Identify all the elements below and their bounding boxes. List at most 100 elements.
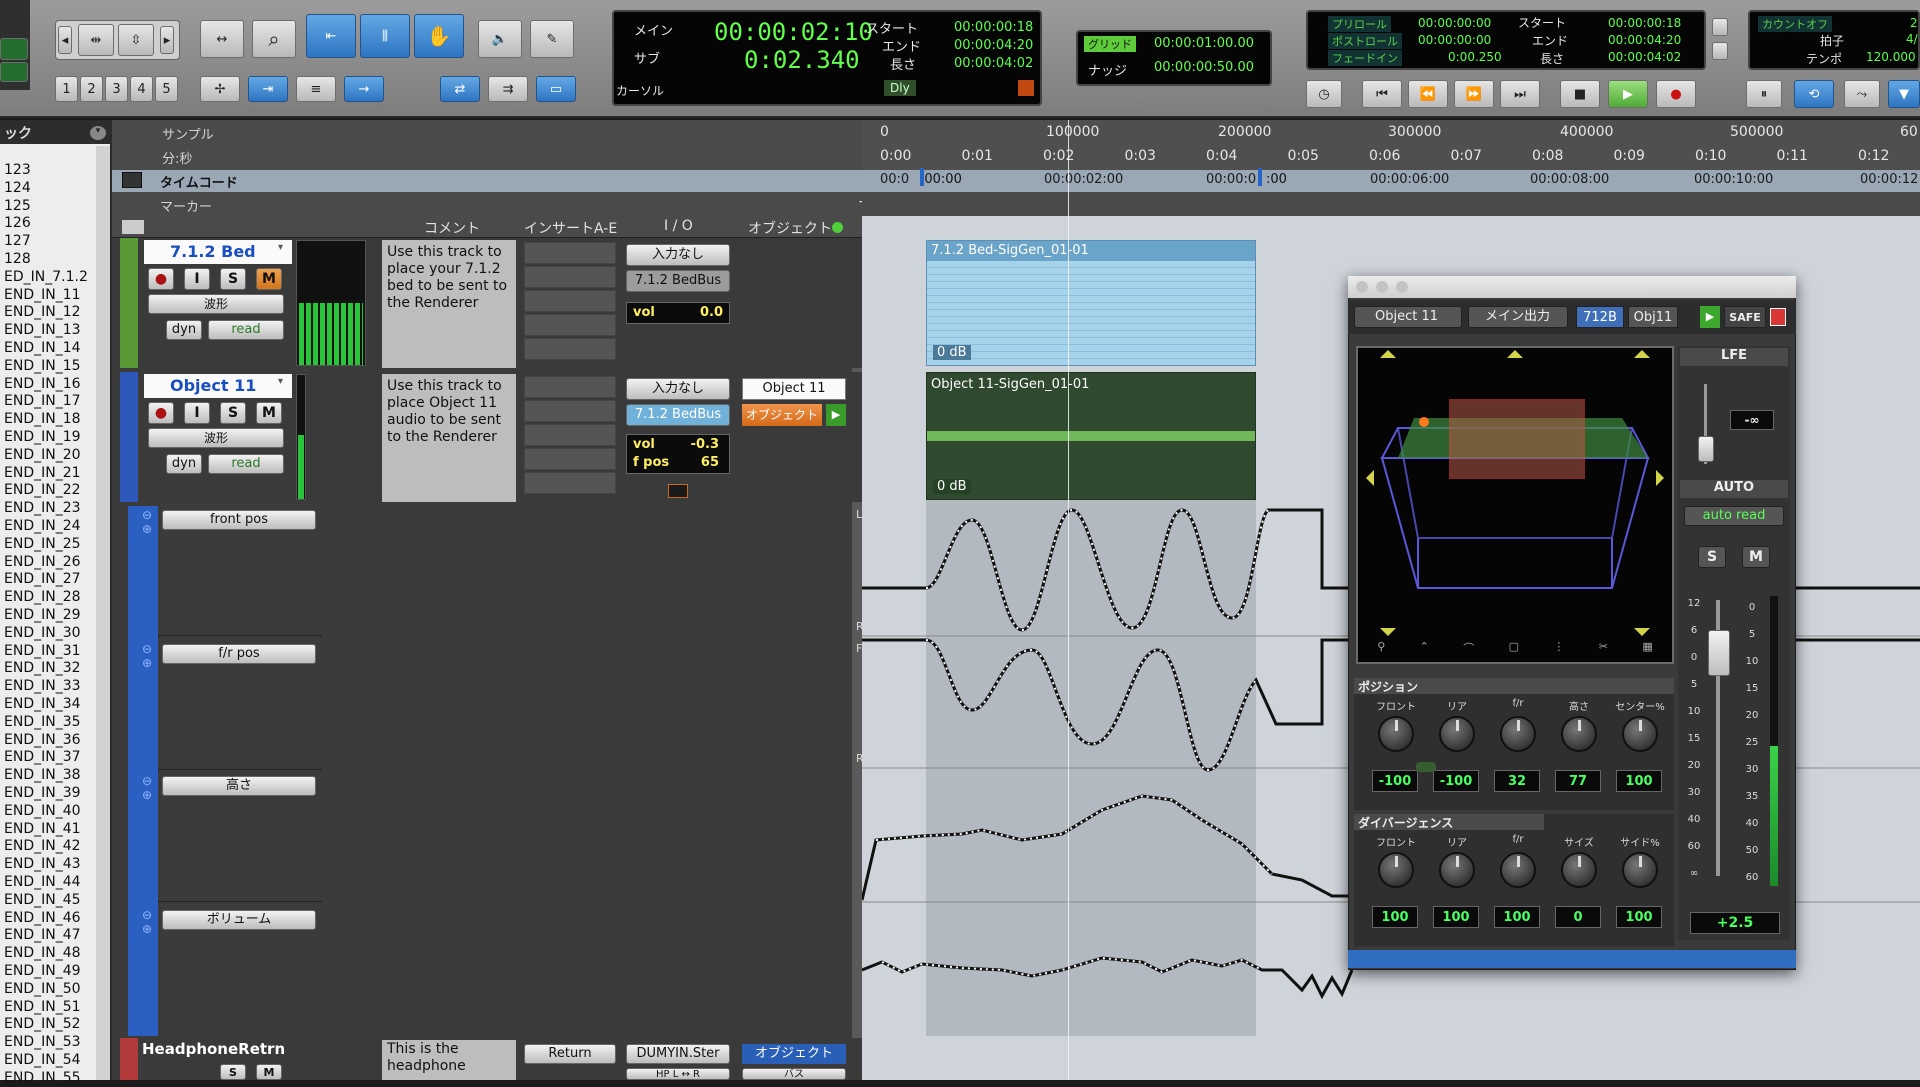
track-list-item[interactable]: END_IN_16: [0, 376, 96, 393]
counter-toggle-2[interactable]: [1712, 42, 1728, 60]
track-list-item[interactable]: ED_IN_7.1.2: [0, 269, 96, 286]
track-list-item[interactable]: END_IN_36: [0, 732, 96, 749]
track-list-item[interactable]: 124: [0, 180, 96, 197]
obj-input-button[interactable]: I: [184, 402, 210, 424]
panner-solo-button[interactable]: S: [1698, 546, 1726, 568]
rewind-icon[interactable]: ⏪: [1408, 80, 1448, 108]
knob-value[interactable]: 100: [1433, 906, 1479, 928]
obj-input-selector[interactable]: 入力なし: [626, 378, 730, 400]
track-list-item[interactable]: END_IN_39: [0, 785, 96, 802]
knob-value[interactable]: 100: [1494, 906, 1540, 928]
lane-4-minus-icon[interactable]: ⊖: [142, 908, 152, 922]
obj-automation-indicator[interactable]: [668, 484, 688, 498]
zoom-preset-1[interactable]: 1: [55, 76, 78, 102]
object-clip-gain[interactable]: 0 dB: [933, 479, 971, 494]
fadein-value[interactable]: 0:00.250: [1448, 50, 1502, 64]
track-object-name-menu-icon[interactable]: ▾: [278, 376, 290, 394]
obj-automation-mode[interactable]: read: [208, 454, 284, 474]
tempo-value[interactable]: 120.000: [1866, 50, 1916, 64]
arc-tool-icon[interactable]: ⌒: [1463, 640, 1474, 658]
track-list-item[interactable]: END_IN_37: [0, 749, 96, 766]
track-list-item[interactable]: END_IN_33: [0, 678, 96, 695]
lane-volume-selector[interactable]: ボリューム: [162, 910, 316, 930]
start-value[interactable]: 00:00:00:18: [954, 20, 1033, 35]
bed-clip[interactable]: 7.1.2 Bed-SigGen_01-01 0 dB: [926, 240, 1256, 366]
obj-output-selector[interactable]: 7.1.2 BedBus: [626, 404, 730, 426]
curve-tool-icon[interactable]: ⌃: [1420, 640, 1429, 658]
selector-tool-icon[interactable]: ⫼: [360, 14, 410, 58]
rec-indicator[interactable]: [1018, 80, 1034, 96]
counter-toggle-1[interactable]: [1712, 18, 1728, 36]
vertical-tool-icon[interactable]: ⋮: [1553, 640, 1564, 658]
lane-1-minus-icon[interactable]: ⊖: [142, 508, 152, 522]
window-zoom-icon[interactable]: [1396, 281, 1408, 293]
stop-icon[interactable]: ■: [1560, 80, 1600, 108]
dupe-icon[interactable]: ⇉: [488, 76, 528, 102]
track-bed-name-menu-icon[interactable]: ▾: [278, 242, 290, 260]
knob[interactable]: [1439, 716, 1475, 752]
track-list-item[interactable]: END_IN_23: [0, 500, 96, 517]
track-list-item[interactable]: END_IN_12: [0, 304, 96, 321]
dly-badge[interactable]: Dly: [884, 80, 916, 96]
obj-object-mode-button[interactable]: オブジェクト: [742, 404, 822, 426]
obj-mute-button[interactable]: M: [256, 402, 282, 424]
go-to-end-icon[interactable]: ⏭: [1500, 80, 1540, 108]
sub-time[interactable]: 0:02.340: [744, 46, 860, 74]
track-list-item[interactable]: END_IN_42: [0, 838, 96, 855]
track-list-item[interactable]: END_IN_45: [0, 892, 96, 909]
timecode-ruler-icon[interactable]: [122, 172, 142, 188]
zoom-preset-5[interactable]: 5: [155, 76, 178, 102]
knob-value[interactable]: 32: [1494, 770, 1540, 792]
preroll-label[interactable]: プリロール: [1328, 16, 1391, 32]
grid-label[interactable]: グリッド: [1084, 36, 1136, 52]
obj-insert-e[interactable]: [524, 472, 616, 494]
track-list-item[interactable]: END_IN_50: [0, 981, 96, 998]
magnify-tool-icon[interactable]: ⌕: [252, 20, 296, 58]
track-list-item[interactable]: END_IN_47: [0, 927, 96, 944]
grid-value[interactable]: 00:00:01:00.00: [1154, 36, 1254, 51]
track-list-item[interactable]: END_IN_52: [0, 1016, 96, 1033]
track-list-item[interactable]: END_IN_13: [0, 322, 96, 339]
zoom-preset-4[interactable]: 4: [130, 76, 153, 102]
marker-ruler[interactable]: [862, 192, 1920, 216]
lane-1-plus-icon[interactable]: ⊕: [142, 522, 152, 536]
bed-solo-button[interactable]: S: [220, 268, 246, 290]
knob-value[interactable]: -100: [1372, 770, 1418, 792]
lane-2-minus-icon[interactable]: ⊖: [142, 642, 152, 656]
bed-insert-d[interactable]: [524, 314, 616, 336]
track-list-item[interactable]: END_IN_26: [0, 554, 96, 571]
main-fader-handle[interactable]: [1708, 630, 1730, 676]
track-list-item[interactable]: END_IN_41: [0, 821, 96, 838]
bed-input-selector[interactable]: 入力なし: [626, 244, 730, 266]
panner-3d-view[interactable]: [1356, 346, 1674, 664]
scrubber-tool-icon[interactable]: 🔈: [478, 20, 522, 58]
knob-value[interactable]: 100: [1372, 906, 1418, 928]
knob[interactable]: [1500, 852, 1536, 888]
knob[interactable]: [1500, 716, 1536, 752]
lane-3-plus-icon[interactable]: ⊕: [142, 788, 152, 802]
track-list-item[interactable]: END_IN_51: [0, 999, 96, 1016]
track-list-item[interactable]: END_IN_30: [0, 625, 96, 642]
track-list-item[interactable]: END_IN_18: [0, 411, 96, 428]
knob[interactable]: [1622, 852, 1658, 888]
track-list-item[interactable]: END_IN_46: [0, 910, 96, 927]
view-menu-icon[interactable]: [122, 220, 144, 234]
knob[interactable]: [1439, 852, 1475, 888]
window-close-icon[interactable]: [1356, 281, 1368, 293]
obj-insert-b[interactable]: [524, 400, 616, 422]
bed-insert-e[interactable]: [524, 338, 616, 360]
lane-front-pos-selector[interactable]: front pos: [162, 510, 316, 530]
bed-view-selector[interactable]: 波形: [148, 294, 284, 314]
track-list-item[interactable]: END_IN_17: [0, 393, 96, 410]
track-list-item[interactable]: END_IN_24: [0, 518, 96, 535]
obj-dyn-button[interactable]: dyn: [166, 454, 202, 474]
hp-object-mode-button[interactable]: オブジェクト: [742, 1044, 846, 1064]
grabber-tool-icon[interactable]: ✋: [414, 14, 464, 58]
track-list-item[interactable]: END_IN_53: [0, 1034, 96, 1051]
t-length-value[interactable]: 00:00:04:02: [1608, 50, 1681, 64]
hp-output-selector[interactable]: DUMYIN.Ster: [626, 1044, 730, 1064]
track-list-item[interactable]: END_IN_34: [0, 696, 96, 713]
insertion-follows-icon[interactable]: →: [344, 76, 384, 102]
track-list-item[interactable]: 128: [0, 251, 96, 268]
knob[interactable]: [1378, 716, 1414, 752]
